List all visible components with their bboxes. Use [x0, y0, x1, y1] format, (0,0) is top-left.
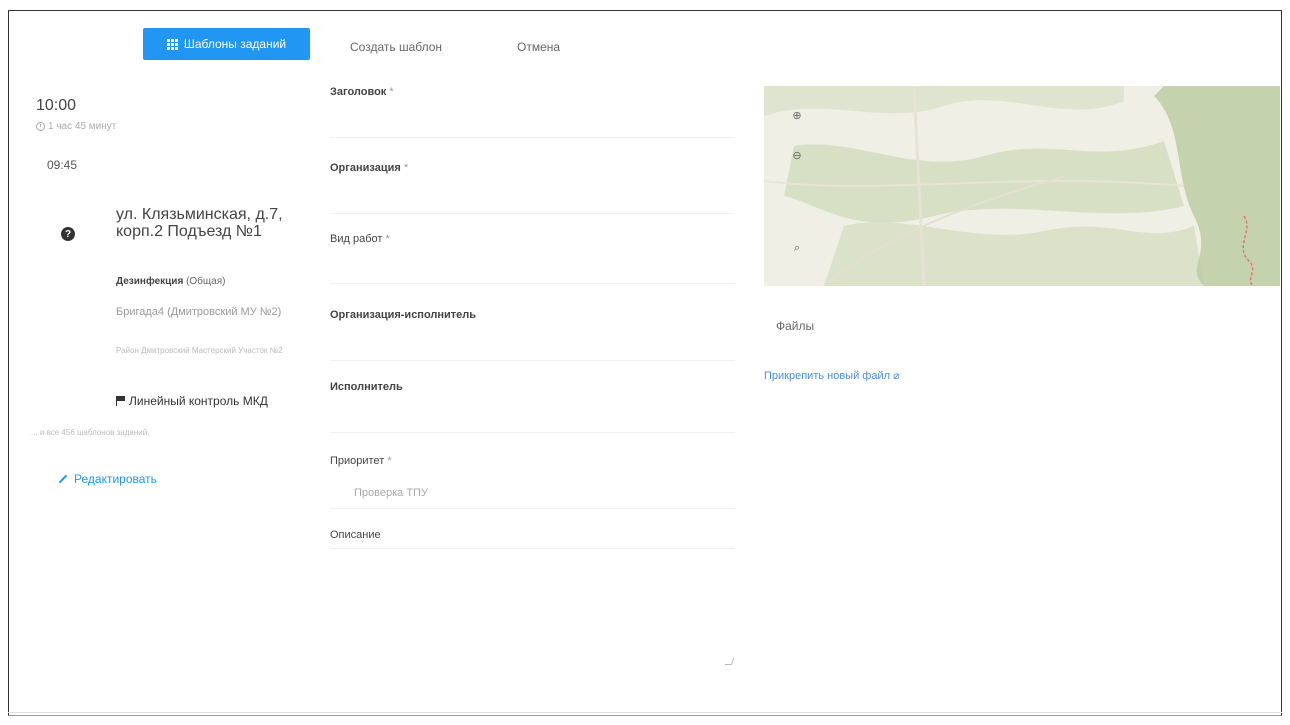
description-label: Описание	[330, 529, 381, 541]
task-address: ул. Клязьминская, д.7, корп.2 Подъезд №1	[116, 206, 283, 240]
resize-handle-icon[interactable]	[724, 658, 735, 665]
zoom-out-icon[interactable]: ⊖	[790, 148, 804, 162]
priority-select[interactable]: Проверка ТПУ	[354, 487, 428, 499]
work-type-sub: (Общая)	[186, 276, 226, 287]
task-work-type: Дезинфекция (Общая)	[116, 276, 225, 287]
executor-label: Исполнитель	[330, 381, 403, 393]
pencil-icon	[58, 474, 68, 484]
task-district: Район Дмитровский Мастерский Участок №2	[116, 346, 283, 355]
task-time: 10:00	[36, 97, 77, 114]
task-brigade: Бригада4 (Дмитровский МУ №2)	[116, 306, 282, 318]
attach-file-link[interactable]: Прикрепить новый файл ⌀	[764, 369, 900, 382]
task-duration: 1 час 45 минут	[36, 121, 116, 132]
map-tiles	[764, 86, 1280, 286]
work-kind-select[interactable]	[330, 283, 735, 284]
executor-org-label: Организация-исполнитель	[330, 309, 477, 321]
templates-button-label: Шаблоны заданий	[183, 37, 287, 51]
grid-icon	[166, 38, 178, 50]
paperclip-icon: ⌀	[893, 370, 900, 382]
duration-text: 1 час 45 минут	[48, 121, 117, 132]
work-kind-label: Вид работ *	[330, 233, 390, 245]
zoom-in-icon[interactable]: ⊕	[790, 108, 804, 122]
question-circle-icon: ?	[61, 227, 75, 241]
create-template-link[interactable]: Создать шаблон	[350, 40, 442, 54]
control-label: Линейный контроль МКД	[129, 394, 268, 408]
organization-select[interactable]	[330, 213, 735, 214]
edit-label: Редактировать	[74, 472, 157, 486]
priority-label: Приоритет *	[330, 455, 392, 467]
task-start-time: 09:45	[47, 158, 78, 172]
map[interactable]: ⊕ ⊖ ⌕	[764, 86, 1280, 286]
edit-button[interactable]: Редактировать	[58, 472, 157, 486]
work-type-name: Дезинфекция	[116, 276, 184, 287]
attach-file-label: Прикрепить новый файл	[764, 370, 891, 382]
title-input[interactable]	[330, 137, 735, 138]
bottom-divider	[8, 712, 1282, 713]
executor-org-select[interactable]	[330, 360, 735, 361]
templates-button[interactable]: Шаблоны заданий	[143, 28, 310, 60]
files-label: Файлы	[776, 319, 815, 333]
cancel-link[interactable]: Отмена	[517, 40, 560, 54]
search-icon[interactable]: ⌕	[790, 241, 804, 255]
clock-icon	[36, 122, 45, 131]
flag-icon	[116, 396, 125, 406]
title-label: Заголовок *	[330, 86, 394, 98]
organization-label: Организация *	[330, 162, 409, 174]
executor-select[interactable]	[330, 432, 735, 433]
priority-underline	[330, 508, 735, 509]
all-templates-link[interactable]: ... и все 456 шаблонов заданий.	[31, 428, 149, 437]
description-textarea[interactable]	[330, 548, 735, 667]
task-control-type: Линейный контроль МКД	[116, 394, 268, 408]
